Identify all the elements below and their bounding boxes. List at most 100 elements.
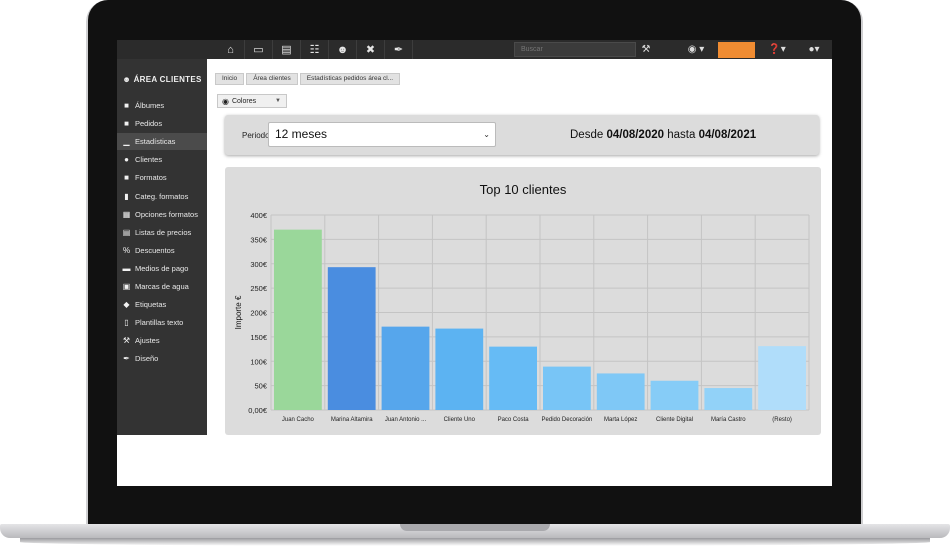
sidebar-item-label: Pedidos: [135, 119, 163, 129]
sidebar-item[interactable]: ✒ Diseño: [117, 350, 207, 367]
help-icon[interactable]: ❓▾: [763, 40, 791, 59]
sidebar-item[interactable]: ▯ Plantillas texto: [117, 314, 207, 331]
sidebar-item[interactable]: ■ Álbumes: [117, 97, 207, 114]
y-tick-label: 250€: [250, 284, 268, 293]
breadcrumb-item: Estadísticas pedidos área cl...: [299, 73, 401, 85]
x-tick-label: Marta López: [604, 417, 637, 423]
bar[interactable]: [274, 229, 322, 410]
brush-icon: ✒: [123, 354, 130, 364]
sidebar-item-label: Listas de precios: [135, 227, 192, 237]
y-tick-label: 200€: [250, 309, 268, 318]
sidebar-item-label: Diseño: [135, 354, 159, 364]
sidebar-item[interactable]: ■ Pedidos: [117, 115, 207, 132]
sidebar-item[interactable]: % Descuentos: [117, 242, 207, 259]
basket-icon[interactable]: ☷: [301, 40, 329, 59]
percent-icon: %: [122, 245, 131, 255]
sidebar-item[interactable]: ● Clientes: [117, 151, 207, 168]
bar[interactable]: [543, 366, 591, 410]
bar[interactable]: [596, 373, 645, 410]
sidebar-item[interactable]: ▁ Estadísticas: [117, 133, 207, 151]
sidebar-item-label: Descuentos: [135, 245, 175, 255]
y-tick-label: 0,00€: [248, 406, 268, 415]
bar[interactable]: [650, 380, 699, 410]
sidebar-item[interactable]: ▣ Marcas de agua: [117, 278, 207, 295]
grid-icon: ▦: [122, 209, 131, 219]
x-tick-label: Pedido Decoración: [542, 417, 593, 423]
sidebar-item-label: Formatos: [135, 173, 167, 183]
chart-panel: Top 10 clientes 0,00€ 50€ 100€ 150€ 200€ 250€…: [225, 167, 821, 435]
sidebar-item[interactable]: ▮ Categ. formatos: [117, 188, 207, 205]
wrench-icon: ⚒: [122, 336, 131, 346]
sidebar-item[interactable]: ◆ Etiquetas: [117, 296, 207, 313]
breadcrumb: Inicio Área clientes Estadísticas pedido…: [215, 73, 402, 85]
user-icon: ●: [124, 155, 129, 165]
folder-icon: ■: [124, 119, 129, 129]
folder-icon: ■: [124, 173, 129, 183]
watermark-icon: ▣: [122, 282, 131, 291]
folder-icon: ■: [124, 101, 129, 110]
x-tick-label: Cliente Digital: [656, 417, 693, 423]
laptop-shadow: [20, 538, 930, 546]
sidebar-item[interactable]: ⚒ Ajustes: [117, 332, 207, 349]
sidebar-title: ☻ ÁREA CLIENTES: [122, 75, 202, 84]
laptop-notch: [400, 524, 550, 531]
sidebar-item-label: Etiquetas: [135, 300, 167, 310]
bar[interactable]: [704, 388, 753, 410]
date-range: Desde 04/08/2020 hasta 04/08/2021: [570, 129, 757, 141]
bar[interactable]: [435, 328, 484, 410]
chart-icon: ▁: [123, 137, 130, 147]
period-select[interactable]: 12 meses ⌄: [268, 122, 496, 147]
document-icon[interactable]: ▤: [273, 40, 301, 59]
bar[interactable]: [381, 326, 430, 410]
sidebar-item-label: Categ. formatos: [135, 191, 189, 201]
bar[interactable]: [758, 346, 806, 410]
x-tick-label: María Castro: [711, 417, 746, 423]
x-tick-label: Juan Cacho: [282, 417, 315, 423]
sidebar-item[interactable]: ▬ Medios de pago: [117, 260, 207, 277]
main-content: Inicio Área clientes Estadísticas pedido…: [207, 59, 832, 435]
bookmark-icon: ▮: [124, 191, 129, 201]
monitor-icon[interactable]: ▭: [245, 40, 273, 59]
users-icon[interactable]: ☻: [329, 40, 357, 59]
x-tick-label: Juan Antonio ...: [385, 417, 427, 423]
sidebar-item-label: Álbumes: [135, 101, 165, 110]
sidebar-item[interactable]: ▦ Opciones formatos: [117, 206, 207, 223]
y-tick-label: 100€: [250, 357, 268, 366]
y-axis-label: Importe €: [234, 295, 243, 329]
home-icon[interactable]: ⌂: [217, 40, 245, 59]
orange-action-button[interactable]: [718, 42, 755, 58]
tag-icon: ◆: [123, 300, 130, 310]
page-icon: ▯: [124, 318, 129, 328]
search-input[interactable]: [514, 42, 636, 57]
breadcrumb-item[interactable]: Inicio: [215, 73, 245, 85]
period-panel: Periodo 12 meses ⌄ Desde 04/08/2020 hast…: [225, 115, 819, 155]
x-tick-label: Paco Costa: [498, 417, 530, 423]
sidebar-item[interactable]: ■ Formatos: [117, 169, 207, 186]
y-tick-label: 350€: [250, 235, 268, 244]
y-tick-label: 300€: [250, 260, 268, 269]
bar[interactable]: [489, 346, 537, 410]
sidebar-item-label: Opciones formatos: [135, 209, 198, 219]
sidebar-item[interactable]: ▤ Listas de precios: [117, 224, 207, 241]
bar[interactable]: [327, 267, 376, 410]
tools-icon[interactable]: ✖: [357, 40, 385, 59]
wrench-icon[interactable]: ⚒: [639, 40, 653, 59]
sidebar-item-label: Medios de pago: [135, 263, 189, 273]
user-menu-icon[interactable]: ●▾: [800, 40, 828, 59]
top-nav-icons: ⌂ ▭ ▤ ☷ ☻ ✖ ✒: [217, 40, 413, 59]
table-icon: ▤: [122, 227, 131, 237]
top-navbar: ⌂ ▭ ▤ ☷ ☻ ✖ ✒ ⚒ ◉ ▾ ❓▾ ●▾: [117, 40, 832, 59]
brush-icon[interactable]: ✒: [385, 40, 413, 59]
sidebar-item-label: Estadísticas: [135, 137, 176, 147]
breadcrumb-item[interactable]: Área clientes: [246, 73, 298, 85]
colors-dropdown-button[interactable]: ◉ Colores ▼: [217, 94, 287, 108]
eye-icon[interactable]: ◉ ▾: [681, 40, 711, 59]
chevron-down-icon: ⌄: [483, 130, 490, 139]
x-tick-label: (Resto): [772, 417, 792, 423]
bar-chart: 0,00€ 50€ 100€ 150€ 200€ 250€ 300€ 350€ 400€ Juan…: [234, 211, 810, 423]
sidebar-item-label: Marcas de agua: [135, 282, 189, 291]
y-tick-label: 150€: [250, 333, 268, 342]
y-tick-label: 400€: [250, 211, 268, 220]
palette-icon: ◉: [222, 96, 229, 106]
card-icon: ▬: [122, 263, 131, 273]
